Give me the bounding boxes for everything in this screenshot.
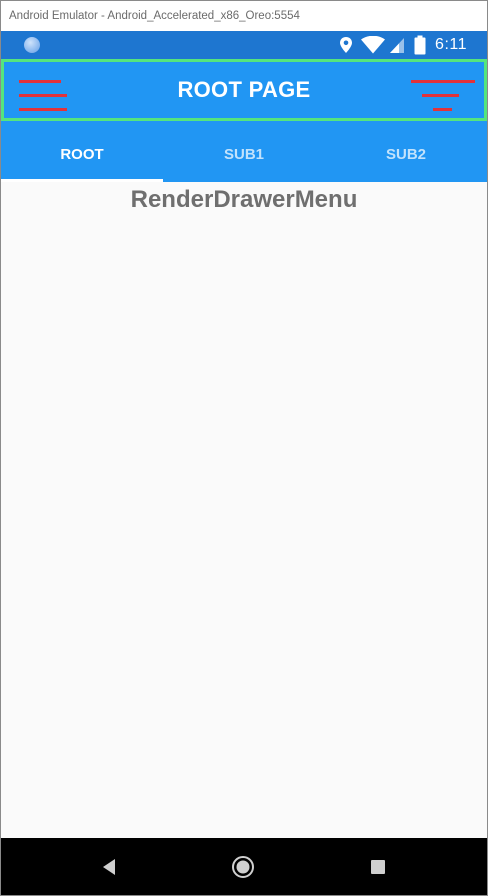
status-time: 6:11 <box>435 36 467 53</box>
emulator-window: Android Emulator - Android_Accelerated_x… <box>0 0 488 896</box>
page-content: RenderDrawerMenu <box>1 182 487 838</box>
app-toolbar: ROOT PAGE <box>1 59 487 121</box>
status-icons: 6:11 <box>338 31 487 59</box>
window-title: Android Emulator - Android_Accelerated_x… <box>1 1 487 31</box>
tab-sub2[interactable]: SUB2 <box>325 121 487 182</box>
tab-root[interactable]: ROOT <box>1 121 163 182</box>
status-bar: 6:11 <box>1 31 487 59</box>
content-heading: RenderDrawerMenu <box>130 186 358 213</box>
tab-bar: ROOT SUB1 SUB2 <box>1 121 487 182</box>
system-nav-bar <box>1 838 487 895</box>
wifi-icon <box>361 36 386 54</box>
recents-icon[interactable] <box>365 854 391 880</box>
notification-dot-icon <box>24 37 40 53</box>
filter-menu-button[interactable] <box>408 70 478 111</box>
location-pin-icon <box>340 37 353 53</box>
home-icon[interactable] <box>230 854 256 880</box>
back-icon[interactable] <box>98 854 124 880</box>
tab-sub1[interactable]: SUB1 <box>163 121 325 182</box>
signal-icon <box>390 38 405 53</box>
battery-icon <box>414 35 426 55</box>
